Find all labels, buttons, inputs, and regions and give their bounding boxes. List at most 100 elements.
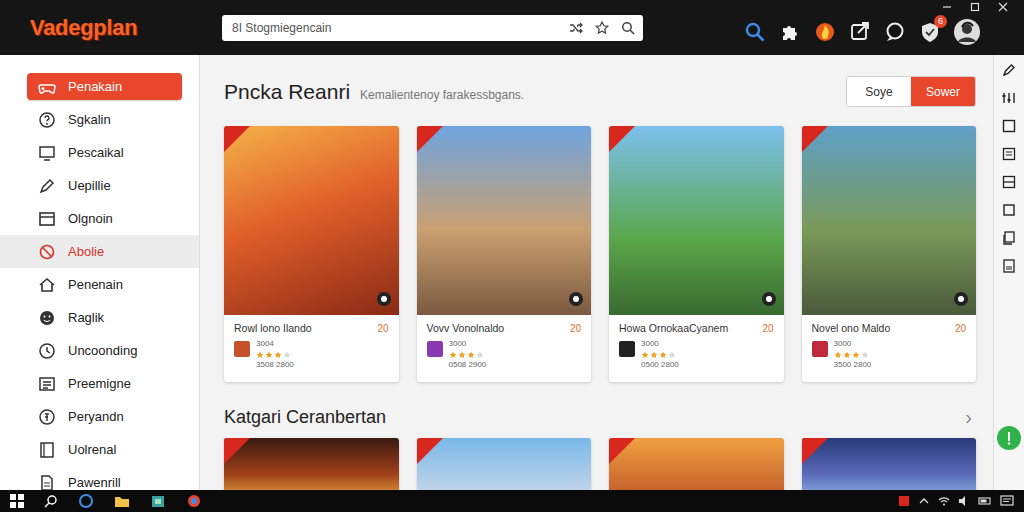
sidebar-item[interactable]: Peryandn — [27, 403, 182, 430]
game-card[interactable] — [417, 438, 592, 490]
pen-icon[interactable] — [1001, 62, 1017, 78]
square-icon[interactable] — [1001, 118, 1017, 134]
sidebar-item[interactable]: Raglik — [27, 304, 182, 331]
sidebar-item[interactable]: Preemigne — [27, 370, 182, 397]
search-input[interactable] — [232, 21, 557, 35]
sidebar-label[interactable]: Uepillie — [68, 178, 111, 193]
game-card[interactable]: Vovv Vonolnaldo2030000508 2900 — [417, 126, 592, 382]
sidebar-label[interactable]: Uolrenal — [68, 442, 116, 457]
box-icon[interactable] — [1001, 202, 1017, 218]
search-icon[interactable] — [744, 21, 766, 43]
assistant-icon[interactable] — [78, 493, 94, 509]
toggle-button[interactable]: Sower — [911, 77, 975, 106]
game-cover[interactable] — [802, 438, 977, 490]
game-cover[interactable] — [417, 438, 592, 490]
store-icon[interactable] — [150, 493, 166, 509]
game-card[interactable] — [224, 438, 399, 490]
sidebar-row[interactable]: Pawenrill — [0, 466, 199, 490]
sidebar-row[interactable]: Uepillie — [0, 169, 199, 202]
game-card[interactable] — [609, 438, 784, 490]
maximize-icon[interactable] — [970, 2, 980, 12]
check-icon[interactable] — [997, 426, 1021, 450]
media-icon[interactable] — [377, 292, 391, 306]
game-name[interactable]: Howa OrnokaaCyanem — [619, 322, 728, 334]
notification-icon[interactable] — [1000, 495, 1014, 507]
search-icon[interactable] — [44, 494, 58, 508]
game-cover[interactable] — [802, 126, 977, 315]
up-icon[interactable] — [918, 495, 930, 507]
game-name[interactable]: Rowl lono Ilando — [234, 322, 312, 334]
windows-icon[interactable] — [10, 494, 24, 508]
media-icon[interactable] — [954, 292, 968, 306]
volume-icon[interactable] — [958, 495, 970, 507]
sliders-icon[interactable] — [1001, 90, 1017, 106]
sidebar-row[interactable]: Penakain — [0, 70, 199, 103]
sidebar-item[interactable]: Uepillie — [27, 172, 182, 199]
sidebar-row[interactable]: Peryandn — [0, 400, 199, 433]
battery-icon[interactable] — [978, 495, 992, 507]
sidebar-row[interactable]: Raglik — [0, 301, 199, 334]
sidebar-row[interactable]: Pescaikal — [0, 136, 199, 169]
game-name[interactable]: Novel ono Maldo — [812, 322, 891, 334]
sidebar-item[interactable]: Pawenrill — [27, 469, 182, 490]
minimize-icon[interactable] — [942, 2, 952, 12]
alert-icon[interactable] — [898, 495, 910, 507]
sidebar-row[interactable]: Sgkalin — [0, 103, 199, 136]
game-name[interactable]: Vovv Vonolnaldo — [427, 322, 505, 334]
sidebar-row[interactable]: Olgnoin — [0, 202, 199, 235]
sidebar-item[interactable]: Penakain — [27, 73, 182, 100]
app-logo[interactable]: Vadegplan — [30, 15, 200, 41]
sidebar-label[interactable]: Raglik — [68, 310, 104, 325]
puzzle-icon[interactable] — [779, 21, 801, 43]
sidebar-row[interactable]: Preemigne — [0, 367, 199, 400]
sidebar-row[interactable]: Abolie — [0, 235, 199, 268]
sidebar-item[interactable]: Abolie — [27, 238, 182, 265]
sidebar-label[interactable]: Pawenrill — [68, 475, 121, 490]
page-icon[interactable] — [1001, 258, 1017, 274]
game-card[interactable]: Howa OrnokaaCyanem2030000500 2800 — [609, 126, 784, 382]
sidebar-row[interactable]: Penenain — [0, 268, 199, 301]
search-field[interactable] — [222, 15, 643, 41]
sidebar-label[interactable]: Peryandn — [68, 409, 124, 424]
flame-icon[interactable] — [814, 21, 836, 43]
avatar-icon[interactable] — [954, 19, 980, 45]
sidebar-item[interactable]: Pescaikal — [27, 139, 182, 166]
share-icon[interactable] — [849, 21, 871, 43]
media-icon[interactable] — [762, 292, 776, 306]
sidebar-row[interactable]: Uolrenal — [0, 433, 199, 466]
panel-icon[interactable] — [1001, 174, 1017, 190]
sidebar-item[interactable]: Penenain — [27, 271, 182, 298]
menu-icon[interactable] — [1001, 146, 1017, 162]
game-cover[interactable] — [224, 438, 399, 490]
search-icon[interactable] — [621, 21, 635, 35]
toggle-button[interactable]: Soye — [847, 77, 911, 106]
sidebar-item[interactable]: Sgkalin — [27, 106, 182, 133]
sidebar-item[interactable]: Uncoonding — [27, 337, 182, 364]
star-icon[interactable] — [595, 21, 609, 35]
folder-icon[interactable] — [114, 493, 130, 509]
game-card[interactable] — [802, 438, 977, 490]
network-icon[interactable] — [938, 495, 950, 507]
media-icon[interactable] — [569, 292, 583, 306]
sidebar-label[interactable]: Abolie — [68, 244, 104, 259]
game-cover[interactable] — [609, 438, 784, 490]
game-cover[interactable] — [609, 126, 784, 315]
sidebar-label[interactable]: Sgkalin — [68, 112, 111, 127]
sidebar-label[interactable]: Uncoonding — [68, 343, 137, 358]
sidebar-item[interactable]: Olgnoin — [27, 205, 182, 232]
shield-icon[interactable]: 6 — [919, 21, 941, 43]
next-arrow[interactable]: › — [965, 406, 976, 429]
sidebar-label[interactable]: Pescaikal — [68, 145, 124, 160]
game-cover[interactable] — [417, 126, 592, 315]
sidebar-row[interactable]: Uncoonding — [0, 334, 199, 367]
sidebar-label[interactable]: Penenain — [68, 277, 123, 292]
sidebar-label[interactable]: Preemigne — [68, 376, 131, 391]
sidebar-label[interactable]: Penakain — [68, 79, 122, 94]
close-icon[interactable] — [998, 2, 1008, 12]
game-card[interactable]: Novel ono Maldo2030003500 2800 — [802, 126, 977, 382]
copy-icon[interactable] — [1001, 230, 1017, 246]
shuffle-icon[interactable] — [569, 21, 583, 35]
app-icon[interactable] — [186, 493, 202, 509]
game-cover[interactable] — [224, 126, 399, 315]
chat-icon[interactable] — [884, 21, 906, 43]
